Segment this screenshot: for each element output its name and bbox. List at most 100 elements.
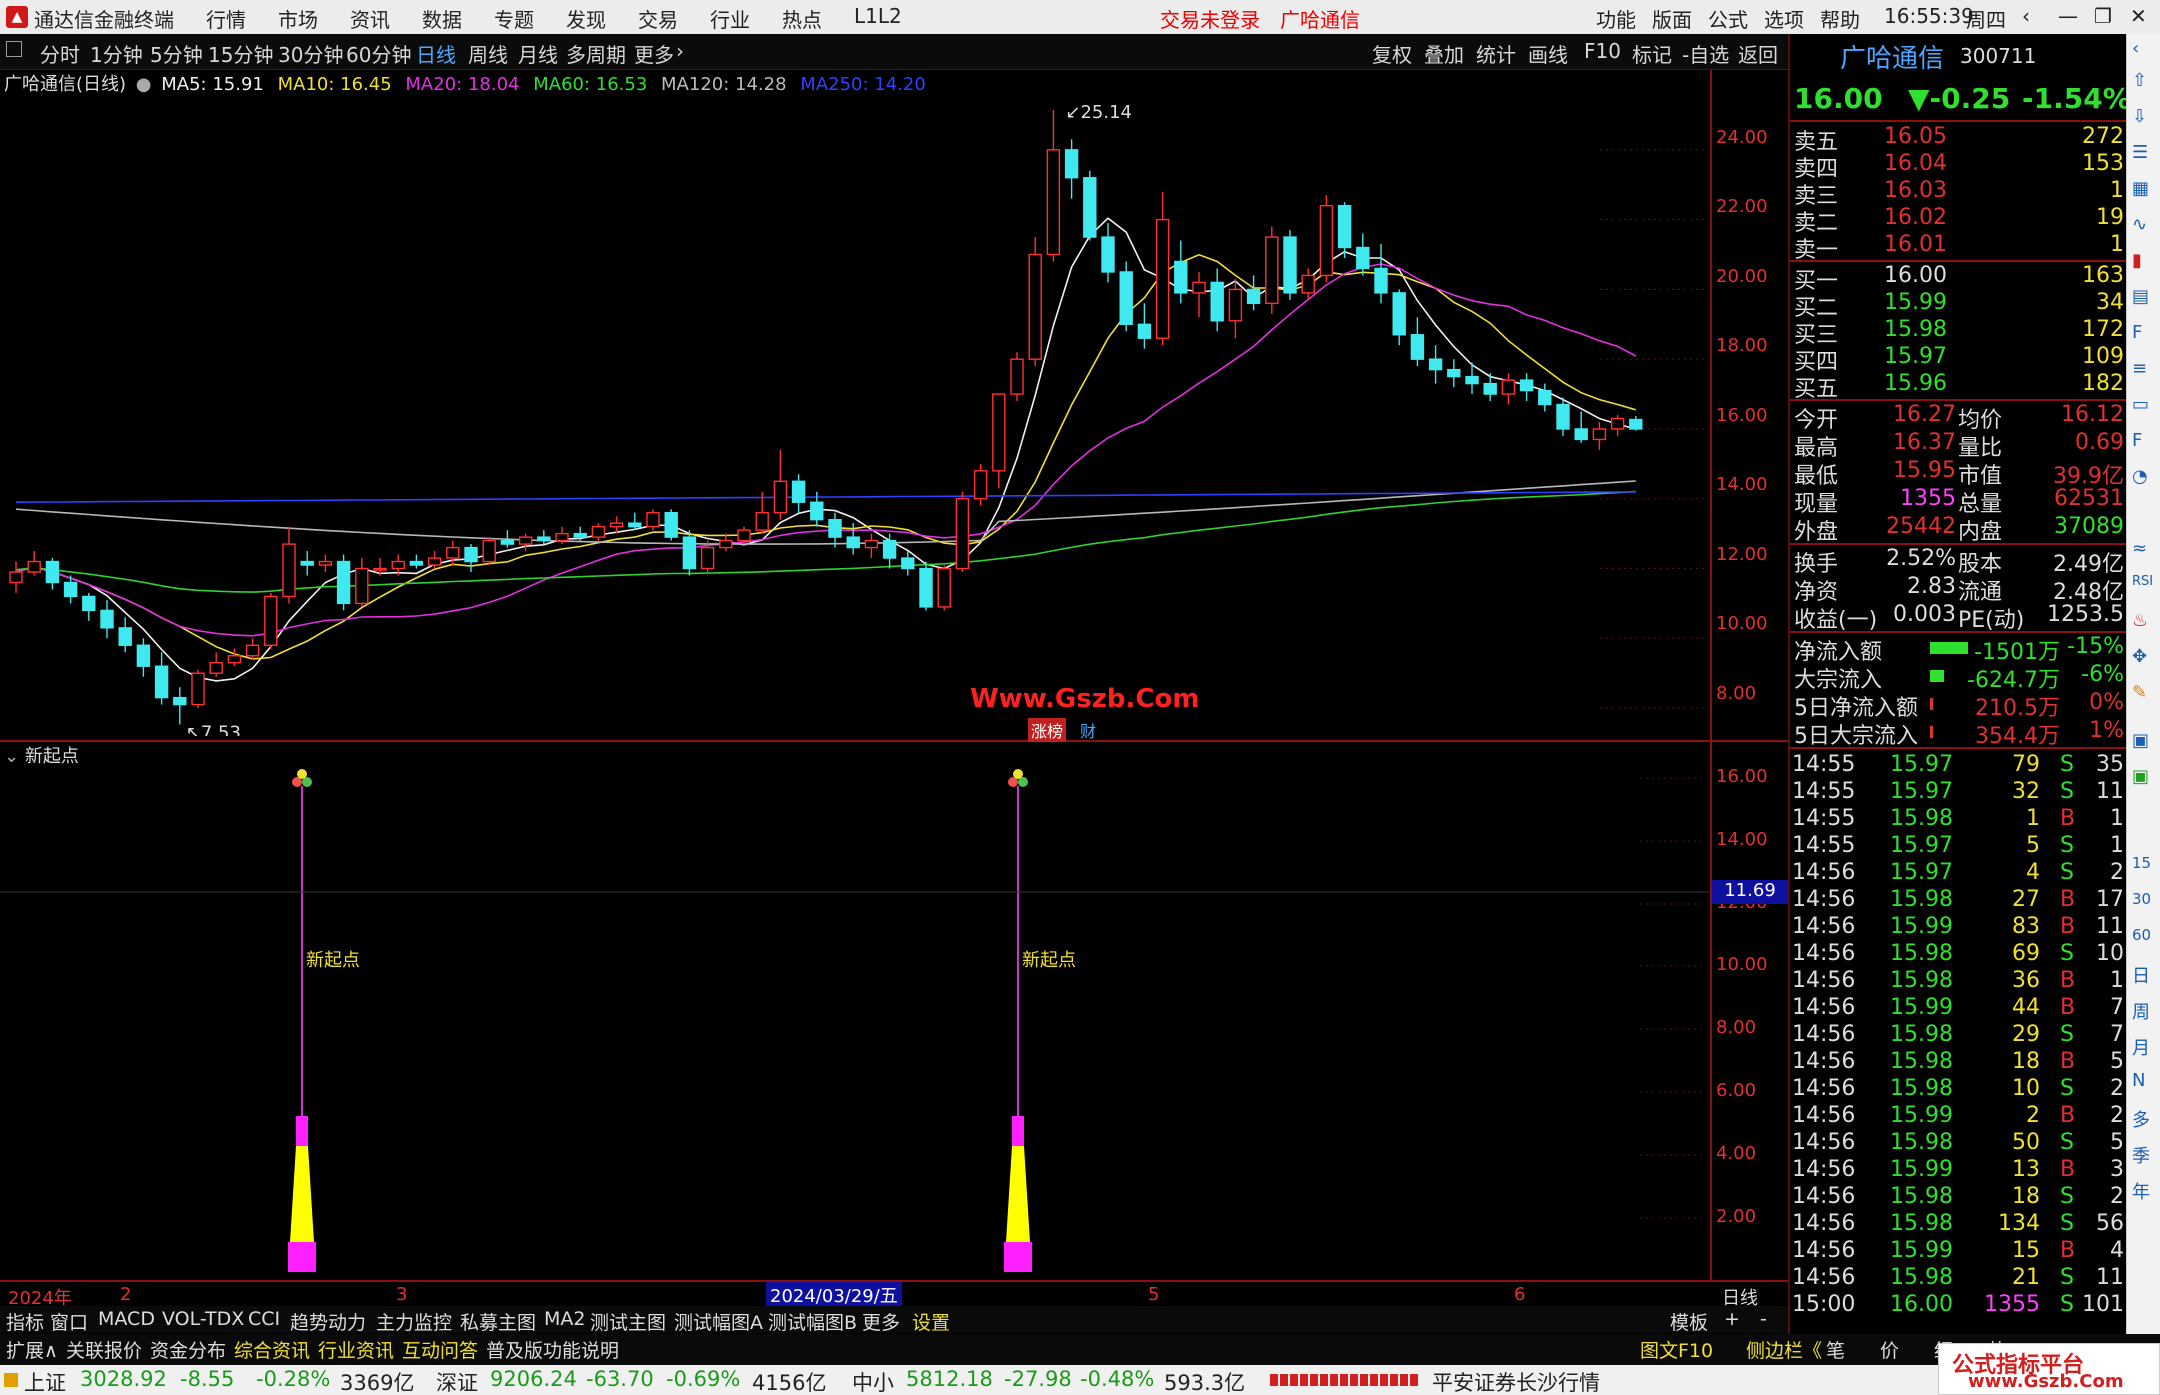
tab-hudongwenda[interactable]: 互动问答 (402, 1336, 478, 1363)
tick-row[interactable]: 14:56 15.98 36 B 1 (1790, 968, 2126, 995)
tick-row[interactable]: 14:56 15.99 15 B 4 (1790, 1238, 2126, 1265)
arrow-down-icon[interactable]: ⇩ (2132, 106, 2147, 127)
tick-row[interactable]: 14:56 15.98 21 S 11 (1790, 1265, 2126, 1292)
back-arrow-icon[interactable]: ‹ (2022, 4, 2030, 28)
table-icon[interactable]: ▤ (2132, 286, 2149, 307)
fin-icon[interactable]: F (2132, 322, 2142, 343)
tick-row[interactable]: 14:56 15.98 50 S 5 (1790, 1130, 2126, 1157)
tab-zonghezixun[interactable]: 综合资讯 (234, 1336, 310, 1363)
zx-index-name[interactable]: 中小 (852, 1367, 894, 1395)
period-season[interactable]: 季 (2132, 1142, 2150, 1168)
btn-tuwen-f10[interactable]: 图文F10 (1640, 1336, 1713, 1363)
bid-level[interactable]: 买二 15.99 34 (1790, 290, 2126, 321)
maximize-icon[interactable]: ❐ (2094, 4, 2112, 28)
menu-item-faxian[interactable]: 发现 (566, 4, 606, 33)
period-30[interactable]: 30 (2132, 890, 2151, 908)
stat-row[interactable]: 最高 16.37 量比 0.69 (1790, 430, 2126, 461)
period-n[interactable]: N (2132, 1070, 2145, 1091)
tick-row[interactable]: 14:56 15.98 18 B 5 (1790, 1049, 2126, 1076)
menu-item-gongshi[interactable]: 公式 (1708, 4, 1748, 33)
chevron-left-icon[interactable]: ‹ (2132, 38, 2139, 59)
fundamental-row[interactable]: 换手 2.52% 股本 2.49亿 (1790, 546, 2126, 577)
tick-row[interactable]: 14:56 15.99 44 B 7 (1790, 995, 2126, 1022)
tab-ma2[interactable]: MA2 (544, 1308, 585, 1330)
period-weekly[interactable]: 周线 (468, 39, 508, 68)
menu-item-bangzhu[interactable]: 帮助 (1820, 4, 1860, 33)
btn-f10[interactable]: F10 (1584, 39, 1621, 63)
f10-icon[interactable]: F (2132, 430, 2142, 451)
rsi-icon[interactable]: RSI (2132, 574, 2153, 589)
sz-index-name[interactable]: 深证 (436, 1367, 478, 1395)
menu-item-shichang[interactable]: 市场 (278, 4, 318, 33)
btn-sidebar[interactable]: 侧边栏《 (1746, 1336, 1822, 1363)
fs-icon[interactable]: ▣ (2132, 730, 2149, 751)
menu-item-redian[interactable]: 热点 (782, 4, 822, 33)
tab-hangyezixun[interactable]: 行业资讯 (318, 1336, 394, 1363)
period-monthly[interactable]: 月线 (518, 39, 558, 68)
menu-icon[interactable]: ≡ (2132, 358, 2147, 379)
tick-row[interactable]: 14:56 15.98 10 S 2 (1790, 1076, 2126, 1103)
login-status[interactable]: 交易未登录 (1160, 4, 1260, 33)
close-icon[interactable]: ✕ (2130, 4, 2147, 28)
doc-icon[interactable]: ▭ (2132, 394, 2149, 415)
tab-vol-tdx[interactable]: VOL-TDX (162, 1308, 244, 1330)
menu-item-zhuanti[interactable]: 专题 (494, 4, 534, 33)
tick-row[interactable]: 14:55 15.97 79 S 35 (1790, 752, 2126, 779)
bid-level[interactable]: 买五 15.96 182 (1790, 371, 2126, 402)
tab-guanlianbaojia[interactable]: 关联报价 (66, 1336, 142, 1363)
period-year[interactable]: 年 (2132, 1178, 2150, 1204)
period-60[interactable]: 60 (2132, 926, 2151, 944)
tick-row[interactable]: 14:56 15.98 69 S 10 (1790, 941, 2126, 968)
ask-level[interactable]: 卖二 16.02 19 (1790, 205, 2126, 236)
period-daily[interactable]: 日线 (416, 39, 456, 68)
menu-item-zixun[interactable]: 资讯 (350, 4, 390, 33)
tab-zhulijiankong[interactable]: 主力监控 (376, 1308, 452, 1335)
btn-fuquan[interactable]: 复权 (1372, 39, 1412, 68)
tab-shezhi[interactable]: 设置 (912, 1308, 950, 1335)
clock-icon[interactable]: ◔ (2132, 466, 2148, 487)
broker-name[interactable]: 平安证券长沙行情 (1432, 1367, 1600, 1395)
bid-level[interactable]: 买一 16.00 163 (1790, 263, 2126, 294)
tick-row[interactable]: 14:56 15.99 2 B 2 (1790, 1103, 2126, 1130)
btn-zixuan[interactable]: -自选 (1682, 39, 1729, 68)
tag-zhangbang[interactable]: 涨榜 (1028, 718, 1067, 742)
tab-simuzhutu[interactable]: 私募主图 (460, 1308, 536, 1335)
list-icon[interactable]: ☰ (2132, 142, 2148, 163)
wave-icon[interactable]: ≈ (2132, 538, 2147, 559)
menu-item-l1l2[interactable]: L1L2 (854, 4, 902, 28)
tab-zhibiao[interactable]: 指标 (6, 1308, 44, 1335)
minimize-icon[interactable]: — (2058, 4, 2078, 28)
arrow-up-icon[interactable]: ⇧ (2132, 70, 2147, 91)
btn-fanhui[interactable]: 返回 (1738, 39, 1778, 68)
menu-item-hangye[interactable]: 行业 (710, 4, 750, 33)
tag-cai[interactable]: 财 (1080, 718, 1096, 742)
capital-flow-row[interactable]: 大宗流入 -624.7万 -6% (1790, 662, 2126, 693)
fundamental-row[interactable]: 收益(一) 0.003 PE(动) 1253.5 (1790, 602, 2126, 633)
period-30min[interactable]: 30分钟 (278, 39, 343, 68)
menu-item-banmian[interactable]: 版面 (1652, 4, 1692, 33)
tick-row[interactable]: 14:56 15.98 18 S 2 (1790, 1184, 2126, 1211)
ask-level[interactable]: 卖四 16.04 153 (1790, 151, 2126, 182)
sh-index-name[interactable]: 上证 (24, 1367, 66, 1395)
menu-item-hangqing[interactable]: 行情 (206, 4, 246, 33)
btn-diejia[interactable]: 叠加 (1424, 39, 1464, 68)
tab-chuangkou[interactable]: 窗口 (50, 1308, 88, 1335)
tab-bi[interactable]: 笔 (1826, 1336, 1845, 1363)
menu-item-gongneng[interactable]: 功能 (1596, 4, 1636, 33)
pen-icon[interactable]: ✎ (2132, 682, 2147, 703)
line-chart-icon[interactable]: ∿ (2132, 214, 2147, 235)
grid-icon[interactable]: ▦ (2132, 178, 2149, 199)
tick-row[interactable]: 14:55 15.97 32 S 11 (1790, 779, 2126, 806)
btn-tongji[interactable]: 统计 (1476, 39, 1516, 68)
ask-level[interactable]: 卖一 16.01 1 (1790, 232, 2126, 263)
tick-row[interactable]: 14:56 15.98 27 B 17 (1790, 887, 2126, 914)
btn-remove-window[interactable]: - (1760, 1308, 1767, 1330)
period-5min[interactable]: 5分钟 (150, 39, 203, 68)
chevron-right-icon[interactable]: › (676, 39, 684, 63)
chevron-down-icon[interactable]: ⌄ (4, 746, 19, 767)
period-fenshi[interactable]: 分时 (40, 39, 80, 68)
tick-row[interactable]: 14:56 15.98 29 S 7 (1790, 1022, 2126, 1049)
move-icon[interactable]: ✥ (2132, 646, 2147, 667)
tab-qushidongli[interactable]: 趋势动力 (290, 1308, 366, 1335)
ask-level[interactable]: 卖五 16.05 272 (1790, 124, 2126, 155)
